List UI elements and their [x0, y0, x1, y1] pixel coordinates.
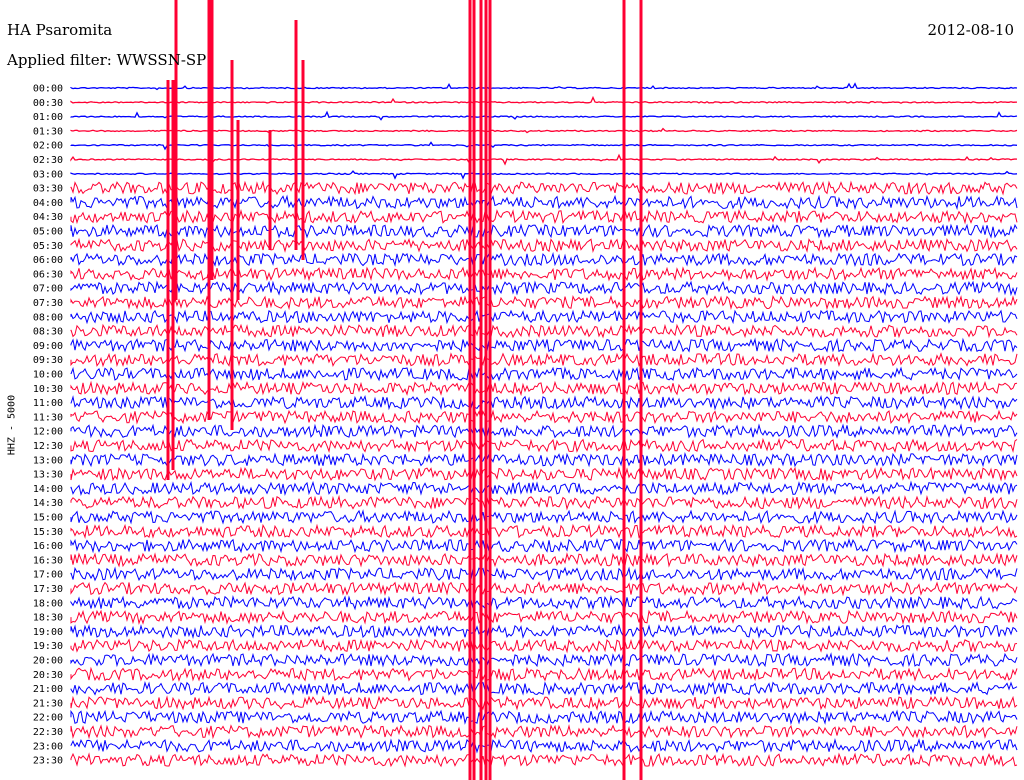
date-label: 2012-08-10: [927, 21, 1014, 39]
trace-line: [70, 466, 1018, 482]
trace-line: [70, 537, 1018, 554]
time-tick-label: 04:30: [33, 212, 63, 223]
time-tick-label: 07:00: [33, 284, 63, 295]
time-tick-label: 01:30: [33, 126, 63, 137]
time-tick-label: 18:00: [33, 598, 63, 609]
time-tick-label: 21:30: [33, 698, 63, 709]
trace-line: [70, 437, 1018, 454]
trace-line: [70, 709, 1018, 726]
trace-line: [70, 309, 1018, 325]
trace-line: [70, 652, 1018, 668]
time-tick-label: 21:00: [33, 684, 63, 695]
trace-line: [70, 352, 1018, 368]
trace-line: [70, 523, 1018, 540]
trace-line: [70, 695, 1018, 711]
time-tick-label: 19:00: [33, 627, 63, 638]
time-tick-label: 09:00: [33, 341, 63, 352]
trace-line: [70, 380, 1018, 397]
trace-line: [70, 724, 1018, 740]
time-tick-label: 23:00: [33, 741, 63, 752]
trace-line: [70, 337, 1018, 354]
time-tick-label: 03:30: [33, 184, 63, 195]
trace-line: [70, 366, 1018, 382]
time-tick-label: 14:00: [33, 484, 63, 495]
time-tick-label: 15:00: [33, 513, 63, 524]
trace-line: [70, 552, 1018, 568]
trace-line: [70, 494, 1018, 511]
trace-line: [70, 323, 1018, 339]
trace-line: [70, 681, 1018, 697]
station-title: HA Psaromita: [7, 21, 113, 39]
trace-line: [70, 423, 1018, 440]
time-tick-label: 11:00: [33, 398, 63, 409]
trace-line: [70, 394, 1018, 411]
trace-line: [70, 566, 1018, 582]
trace-line: [70, 666, 1018, 682]
trace-line: [70, 409, 1018, 425]
time-tick-label: 02:00: [33, 141, 63, 152]
time-tick-label: 00:30: [33, 98, 63, 109]
time-tick-label: 10:30: [33, 384, 63, 395]
trace-line: [70, 737, 1018, 754]
time-tick-label: 16:00: [33, 541, 63, 552]
time-tick-label: 16:30: [33, 555, 63, 566]
trace-line: [70, 509, 1018, 525]
time-tick-label: 12:00: [33, 427, 63, 438]
time-tick-label: 13:30: [33, 470, 63, 481]
time-tick-label: 15:30: [33, 527, 63, 538]
time-tick-label: 04:00: [33, 198, 63, 209]
trace-line: [70, 480, 1018, 497]
trace-line: [70, 280, 1018, 297]
time-tick-label: 06:00: [33, 255, 63, 266]
time-tick-label: 17:30: [33, 584, 63, 595]
trace-line: [70, 623, 1018, 640]
trace-line: [70, 295, 1018, 311]
trace-line: [70, 752, 1018, 768]
trace-line: [70, 609, 1018, 625]
time-tick-label: 05:00: [33, 227, 63, 238]
time-tick-label: 20:00: [33, 656, 63, 667]
time-tick-label: 00:00: [33, 84, 63, 95]
time-tick-label: 08:00: [33, 312, 63, 323]
trace-line: [70, 580, 1018, 597]
time-tick-label: 07:30: [33, 298, 63, 309]
trace-line: [70, 594, 1018, 611]
filter-label: Applied filter: WWSSN-SP: [7, 51, 207, 69]
time-tick-label: 22:30: [33, 727, 63, 738]
time-tick-label: 13:00: [33, 455, 63, 466]
time-tick-label: 18:30: [33, 613, 63, 624]
time-tick-label: 02:30: [33, 155, 63, 166]
time-tick-label: 05:30: [33, 241, 63, 252]
time-tick-label: 12:30: [33, 441, 63, 452]
time-tick-label: 10:00: [33, 370, 63, 381]
time-tick-label: 17:00: [33, 570, 63, 581]
time-tick-label: 11:30: [33, 412, 63, 423]
helicorder-plot: 00:00 00:30 01:00 01:30 02:00 02:30 03:00 03:30…: [33, 0, 1018, 780]
time-tick-label: 23:30: [33, 756, 63, 767]
time-tick-label: 19:30: [33, 641, 63, 652]
time-tick-label: 09:30: [33, 355, 63, 366]
time-tick-label: 20:30: [33, 670, 63, 681]
time-tick-label: 01:00: [33, 112, 63, 123]
time-tick-label: 03:00: [33, 169, 63, 180]
trace-line: [70, 638, 1018, 654]
time-tick-label: 06:30: [33, 269, 63, 280]
time-tick-label: 22:00: [33, 713, 63, 724]
time-tick-label: 08:30: [33, 327, 63, 338]
trace-line: [70, 451, 1018, 468]
time-tick-label: 14:30: [33, 498, 63, 509]
